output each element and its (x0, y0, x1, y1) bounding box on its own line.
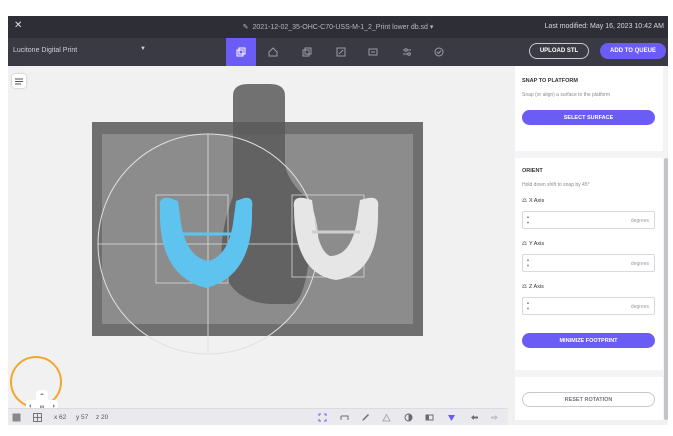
y-axis-input[interactable]: ▲ ▼ degrees (522, 254, 655, 272)
triangle-icon (382, 413, 391, 422)
reset-rotation-button[interactable]: RESET ROTATION (522, 392, 655, 407)
panel-scrollbar[interactable] (664, 158, 668, 420)
orient-icon (336, 47, 346, 57)
pencil-icon: ✎ (242, 24, 249, 31)
x-axis-input[interactable]: ▲ ▼ degrees (522, 211, 655, 229)
fit-view-icon (318, 413, 327, 422)
y-axis-label-text: Y Axis (528, 241, 545, 247)
settings-sliders-icon (403, 48, 411, 56)
axis-icon: ⚖ (522, 241, 527, 247)
printer-select[interactable]: Lucitone Digital Print (13, 47, 77, 54)
last-saved: Last modified: May 16, 2023 10:42 AM (544, 23, 664, 30)
pencil-icon (362, 414, 369, 421)
fit-view-button[interactable] (317, 412, 328, 423)
upload-stl-button[interactable]: UPLOAD STL (529, 43, 589, 59)
chevron-down-icon: ▾ (429, 24, 434, 31)
support-model (221, 84, 313, 305)
snap-description: Snap (or align) a surface to the platfor… (522, 92, 611, 98)
y-axis-label: ⚖ Y Axis (522, 241, 544, 247)
shield-toggle[interactable] (446, 412, 457, 423)
home-icon (268, 47, 278, 57)
properties-panel: SNAP TO PLATFORM Snap (or align) a surfa… (515, 66, 667, 420)
undo-icon (471, 415, 478, 420)
check-tool-button[interactable] (424, 38, 454, 66)
table-view-icon[interactable] (33, 413, 42, 422)
orient-card: ORIENT Hold down shift to snap by 45° ⚖ X… (515, 158, 663, 370)
home-tool-button[interactable] (258, 38, 288, 66)
stepper-icon[interactable]: ▲ ▼ (526, 257, 530, 269)
main-toolbar: Lucitone Digital Print ▼ UPLOAD STL ADD … (8, 38, 668, 66)
coord-x: x 62 (54, 414, 67, 421)
z-axis-label-text: Z Axis (528, 284, 544, 290)
z-axis-input[interactable]: ▲ ▼ degrees (522, 297, 655, 315)
copy-icon (302, 47, 312, 57)
split-view-icon (425, 414, 434, 421)
3d-viewport[interactable] (8, 66, 508, 408)
layers-tool-button[interactable] (358, 38, 388, 66)
app-window: ✕ ✎ 2021-12-02_35-OHC-C70-USS-M-1_2_Print… (8, 16, 668, 425)
chevron-down-icon[interactable]: ▼ (140, 46, 146, 52)
snap-card: SNAP TO PLATFORM Snap (or align) a surfa… (515, 66, 663, 151)
undo-button[interactable] (469, 412, 480, 423)
reset-card: RESET ROTATION (515, 377, 663, 420)
redo-button[interactable] (489, 412, 500, 423)
status-bar: x 62 y 57 z 20 (8, 408, 508, 425)
coord-y: y 57 (76, 414, 89, 421)
orient-title: ORIENT (522, 168, 543, 174)
x-axis-unit: degrees (630, 218, 649, 224)
contrast-toggle[interactable] (403, 412, 414, 423)
x-axis-label: ⚖ X Axis (522, 198, 544, 204)
x-axis-label-text: X Axis (528, 198, 545, 204)
layers-icon (368, 48, 378, 56)
snap-title: SNAP TO PLATFORM (522, 78, 578, 84)
menu-button[interactable] (12, 74, 26, 88)
pencil-tool-button[interactable] (360, 412, 371, 423)
stepper-icon[interactable]: ▲ ▼ (526, 300, 530, 312)
contrast-icon (404, 413, 413, 422)
orient-hint: Hold down shift to snap by 45° (522, 182, 590, 188)
layout-tool-button[interactable] (226, 38, 256, 66)
check-icon (434, 47, 444, 57)
axis-icon: ⚖ (522, 284, 527, 290)
layout-icon (236, 47, 246, 57)
settings-tool-button[interactable] (392, 38, 422, 66)
minimize-footprint-button[interactable]: MINIMIZE FOOTPRINT (522, 333, 655, 348)
redo-icon (491, 415, 498, 420)
y-axis-unit: degrees (630, 261, 649, 267)
copy-tool-button[interactable] (292, 38, 322, 66)
menu-icon (15, 78, 23, 84)
add-to-queue-button[interactable]: ADD TO QUEUE (600, 43, 666, 59)
z-axis-label: ⚖ Z Axis (522, 284, 544, 290)
coord-z: z 20 (96, 414, 109, 421)
build-scene[interactable] (8, 66, 508, 408)
file-name-text: 2021-12-02_35-OHC-C70-USS-M-1_2_Print lo… (252, 24, 428, 31)
z-axis-unit: degrees (630, 304, 649, 310)
shield-icon (448, 415, 455, 421)
split-view-button[interactable] (424, 412, 435, 423)
title-bar: ✕ ✎ 2021-12-02_35-OHC-C70-USS-M-1_2_Print… (8, 16, 668, 38)
orient-tool-button[interactable] (326, 38, 356, 66)
select-surface-button[interactable]: SELECT SURFACE (522, 110, 655, 125)
measure-tool-button[interactable] (381, 412, 392, 423)
grid-view-icon[interactable] (12, 413, 21, 422)
axis-icon: ⚖ (522, 198, 527, 204)
bed-view-button[interactable] (339, 412, 350, 423)
stepper-icon[interactable]: ▲ ▼ (526, 214, 530, 226)
bed-icon (340, 415, 349, 420)
